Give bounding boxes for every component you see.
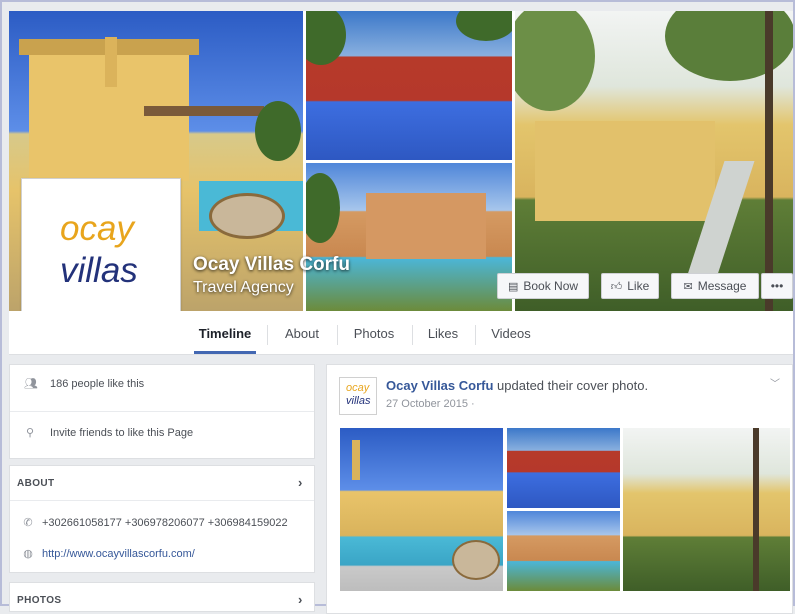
- invite-row[interactable]: ⚲ Invite friends to like this Page: [24, 426, 194, 440]
- post-photo-main[interactable]: [340, 428, 503, 591]
- tree: [306, 11, 346, 65]
- tree: [456, 11, 512, 41]
- thumbs-up-icon: 👍︎: [610, 280, 623, 293]
- post-photo-villa[interactable]: [507, 511, 620, 591]
- logo-text-villas: villas: [60, 251, 138, 290]
- phone-icon: ✆: [23, 517, 33, 529]
- message-button[interactable]: ✉ Message: [671, 273, 759, 299]
- tree: [665, 11, 793, 81]
- phone-numbers[interactable]: +302661058177 +306978206077 +30698415902…: [42, 517, 288, 529]
- page-category[interactable]: Travel Agency: [193, 279, 294, 297]
- likes-card: 👥︎ 186 people like this ⚲ Invite friends…: [9, 364, 315, 459]
- post-meta: 27 October 2015 ·: [386, 398, 475, 410]
- website-link[interactable]: http://www.ocayvillascorfu.com/: [42, 548, 195, 560]
- tab-divider: [267, 325, 268, 345]
- tab-timeline[interactable]: Timeline: [194, 311, 256, 354]
- more-button[interactable]: •••: [761, 273, 793, 299]
- tab-videos[interactable]: Videos: [483, 311, 539, 354]
- villa-wall: [535, 121, 715, 221]
- post-avatar[interactable]: ocay villas: [339, 377, 377, 415]
- tab-photos[interactable]: Photos: [345, 311, 403, 354]
- tab-divider: [412, 325, 413, 345]
- book-now-label: Book Now: [523, 279, 579, 293]
- invite-text: Invite friends to like this Page: [50, 426, 194, 439]
- chevron-right-icon[interactable]: ›: [298, 592, 302, 607]
- post-action-text: updated their cover photo.: [497, 378, 649, 393]
- avatar-text-villas: villas: [346, 395, 371, 407]
- villa-chimney: [352, 440, 360, 480]
- tab-divider: [475, 325, 476, 345]
- tab-divider: [337, 325, 338, 345]
- message-icon: ✉: [683, 280, 693, 293]
- privacy-icon: ·: [471, 398, 475, 410]
- tree: [255, 101, 301, 161]
- cover-photo[interactable]: ocay villas Ocay Villas Corfu Travel Age…: [9, 11, 793, 311]
- post-date[interactable]: 27 October 2015: [386, 398, 468, 410]
- cover-photo-garden[interactable]: [515, 11, 793, 311]
- post-photo-pool[interactable]: [507, 428, 620, 508]
- page-name[interactable]: Ocay Villas Corfu: [193, 254, 350, 276]
- tree-trunk: [765, 11, 773, 311]
- tab-likes[interactable]: Likes: [419, 311, 467, 354]
- calendar-icon: ▤: [507, 280, 519, 293]
- tree: [515, 11, 595, 111]
- tree-trunk: [753, 428, 759, 591]
- villa-chimney: [105, 37, 117, 87]
- globe-icon: ◍: [23, 548, 33, 560]
- message-label: Message: [697, 279, 747, 293]
- avatar-text-ocay: ocay: [346, 382, 370, 394]
- profile-logo[interactable]: ocay villas: [21, 178, 181, 311]
- phone-row: ✆ +302661058177 +306978206077 +306984159…: [22, 516, 288, 530]
- chevron-down-icon[interactable]: ﹀: [770, 375, 780, 390]
- photos-card: PHOTOS ›: [9, 582, 315, 612]
- tree: [306, 173, 340, 243]
- divider: [10, 411, 314, 412]
- about-heading[interactable]: ABOUT: [17, 478, 55, 489]
- cover-photo-pool[interactable]: [306, 11, 512, 160]
- about-card: ABOUT › ✆ +302661058177 +306978206077 +3…: [9, 465, 315, 573]
- book-now-button[interactable]: ▤ Book Now: [497, 273, 589, 299]
- website-row: ◍ http://www.ocayvillascorfu.com/: [22, 547, 195, 561]
- people-icon: 👥︎: [24, 378, 38, 390]
- likes-count-text: 186 people like this: [50, 377, 145, 390]
- post-photo-garden[interactable]: [623, 428, 790, 591]
- tab-about[interactable]: About: [275, 311, 329, 354]
- likes-row[interactable]: 👥︎ 186 people like this: [24, 377, 145, 391]
- more-label: •••: [770, 279, 784, 293]
- photos-heading[interactable]: PHOTOS: [17, 595, 61, 606]
- pergola: [144, 106, 264, 116]
- cover-photo-villa[interactable]: [306, 163, 512, 311]
- wicker-chair: [452, 540, 500, 580]
- add-person-icon: ⚲: [25, 427, 35, 439]
- logo-text-ocay: ocay: [60, 209, 134, 248]
- villa-wall: [366, 193, 486, 259]
- divider: [10, 500, 314, 501]
- post-header: Ocay Villas Corfu updated their cover ph…: [386, 378, 648, 393]
- page-tabs: Timeline About Photos Likes Videos: [9, 311, 793, 355]
- post-author-link[interactable]: Ocay Villas Corfu: [386, 378, 493, 393]
- like-button[interactable]: 👍︎ Like: [601, 273, 659, 299]
- chevron-right-icon[interactable]: ›: [298, 475, 302, 490]
- like-label: Like: [627, 279, 650, 293]
- post-card: ocay villas Ocay Villas Corfu updated th…: [326, 364, 793, 614]
- wicker-chair: [209, 193, 285, 239]
